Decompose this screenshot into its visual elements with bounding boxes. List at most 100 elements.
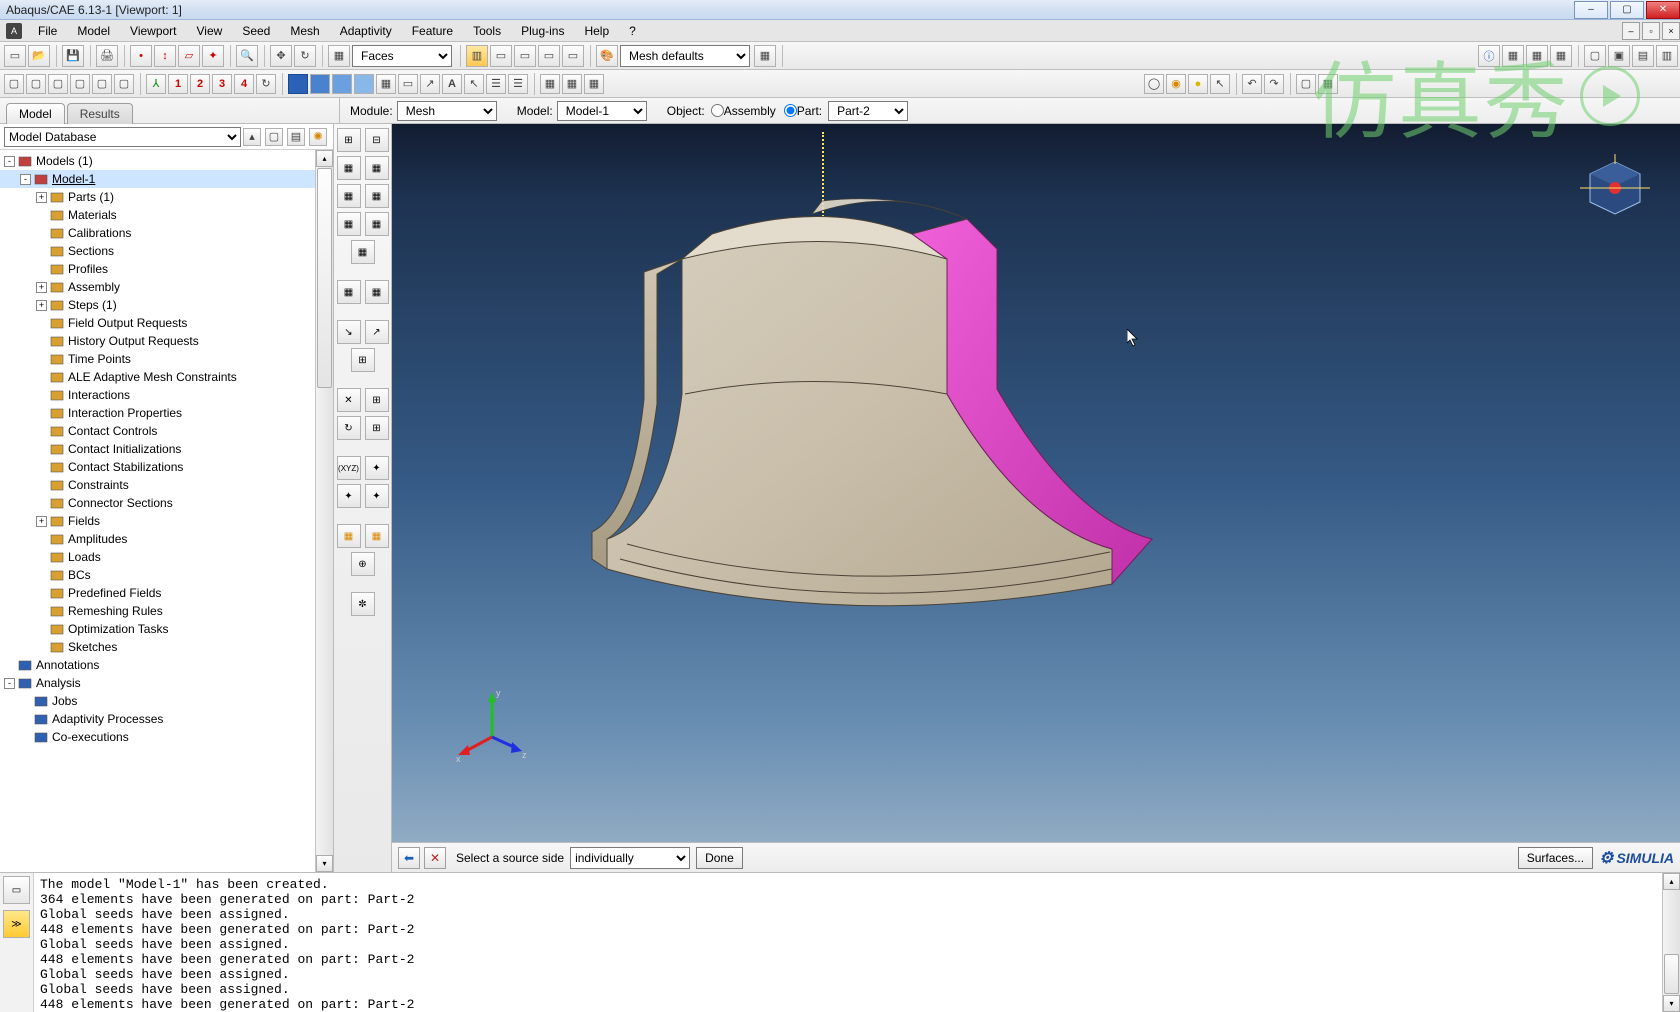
tree-node[interactable]: Interactions (0, 386, 315, 404)
wireframe-button[interactable]: ▢ (1584, 45, 1606, 67)
tree-scroll-up-button[interactable]: ▴ (316, 150, 333, 167)
open-button[interactable]: 📂 (28, 45, 50, 67)
misc-3-button[interactable]: ▦ (584, 74, 604, 94)
sweep-path-button[interactable]: ↘ (337, 320, 361, 344)
sel-arrow-button[interactable]: ↖ (1210, 74, 1230, 94)
tree-refresh-button[interactable]: ✺ (309, 128, 327, 146)
database-select[interactable]: Model Database (4, 127, 241, 147)
tree-node[interactable]: -Models (1) (0, 152, 315, 170)
undo-button[interactable]: ↶ (1242, 74, 1262, 94)
snowflake-button[interactable]: ✼ (351, 592, 375, 616)
measure-button[interactable]: ↗ (420, 74, 440, 94)
mdi-minimize-button[interactable]: – (1622, 22, 1640, 40)
tree-node[interactable]: History Output Requests (0, 332, 315, 350)
message-tab-log-icon[interactable]: ≫ (3, 910, 30, 938)
mdi-restore-button[interactable]: ▫ (1642, 22, 1660, 40)
view-options-2-button[interactable]: ▢ (26, 74, 46, 94)
color-code-button[interactable]: 🎨 (596, 45, 618, 67)
tree-node[interactable]: Field Output Requests (0, 314, 315, 332)
message-scrollbar[interactable]: ▴ ▾ (1662, 873, 1680, 1012)
menu-adaptivity[interactable]: Adaptivity (330, 24, 402, 38)
hidden-button[interactable]: ▣ (1608, 45, 1630, 67)
tree-expand-button[interactable]: - (4, 678, 15, 689)
model-select[interactable]: Model-1 (557, 101, 647, 121)
tree-node[interactable]: Contact Stabilizations (0, 458, 315, 476)
window-close-button[interactable]: ✕ (1646, 1, 1680, 19)
element-type-button[interactable]: ▦ (337, 184, 361, 208)
seed-edge-button[interactable]: ⊟ (365, 128, 389, 152)
menu-whatsthis[interactable]: ? (619, 24, 646, 38)
sel-circle-1-button[interactable]: ◯ (1144, 74, 1164, 94)
csys-3-button[interactable]: ✦ (337, 484, 361, 508)
zoom-button[interactable]: 🔍 (236, 45, 258, 67)
tree-node[interactable]: Optimization Tasks (0, 620, 315, 638)
view-num-4-button[interactable]: 4 (234, 74, 254, 94)
tree-node[interactable]: -Model-1 (0, 170, 315, 188)
list-2-button[interactable]: ☰ (508, 74, 528, 94)
extra-2-button[interactable]: ▦ (1318, 74, 1338, 94)
tree-expand-button[interactable]: - (20, 174, 31, 185)
module-select[interactable]: Mesh (397, 101, 497, 121)
selection-filter-button[interactable]: ▦ (328, 45, 350, 67)
window-maximize-button[interactable]: ▢ (1610, 1, 1644, 19)
bottom-2-button[interactable]: ▦ (365, 524, 389, 548)
part-select[interactable]: Part-2 (828, 101, 908, 121)
view-cube-icon[interactable] (1580, 154, 1650, 224)
save-button[interactable]: 💾 (62, 45, 84, 67)
print-button[interactable]: 🖨 (96, 45, 118, 67)
menu-model[interactable]: Model (67, 24, 120, 38)
color-scheme-select[interactable]: Mesh defaults (620, 45, 750, 67)
layer-4-button[interactable] (354, 74, 374, 94)
bottom-1-button[interactable]: ▦ (337, 524, 361, 548)
replace-button[interactable]: ▭ (490, 45, 512, 67)
view-options-1-button[interactable]: ▢ (4, 74, 24, 94)
menu-help[interactable]: Help (574, 24, 619, 38)
tree-node[interactable]: Sections (0, 242, 315, 260)
tree-node[interactable]: Profiles (0, 260, 315, 278)
delete-mesh-button[interactable]: ✕ (337, 388, 361, 412)
add-button[interactable]: ▭ (514, 45, 536, 67)
remove-button[interactable]: ▭ (538, 45, 560, 67)
pick-arrow-button[interactable]: ↖ (464, 74, 484, 94)
object-assembly-radio[interactable] (711, 104, 724, 117)
menu-file[interactable]: File (28, 24, 67, 38)
tree-scroll-thumb[interactable] (317, 168, 332, 388)
datum-csys-button[interactable]: ✦ (202, 45, 224, 67)
list-1-button[interactable]: ☰ (486, 74, 506, 94)
prompt-done-button[interactable]: Done (696, 847, 743, 869)
cycle-view-button[interactable]: ↻ (256, 74, 276, 94)
tree-node[interactable]: +Assembly (0, 278, 315, 296)
tree-node[interactable]: Sketches (0, 638, 315, 656)
mesh-region-button[interactable]: ▦ (365, 156, 389, 180)
message-tab-cli-icon[interactable]: ▭ (3, 876, 30, 904)
window-minimize-button[interactable]: – (1574, 1, 1608, 19)
tree-expand-button[interactable]: + (36, 516, 47, 527)
tree-node[interactable]: ALE Adaptive Mesh Constraints (0, 368, 315, 386)
tree-node[interactable]: Calibrations (0, 224, 315, 242)
either-button[interactable]: ▭ (562, 45, 584, 67)
menu-mesh[interactable]: Mesh (280, 24, 329, 38)
datum-axis-button[interactable]: ↕ (154, 45, 176, 67)
edit-mesh-button[interactable]: ⊞ (351, 348, 375, 372)
csys-2-button[interactable]: ✦ (365, 456, 389, 480)
misc-2-button[interactable]: ▦ (562, 74, 582, 94)
sweep-dir-button[interactable]: ↗ (365, 320, 389, 344)
xyz-button[interactable]: (XYZ) (337, 456, 361, 480)
orient-button[interactable]: ↻ (337, 416, 361, 440)
prompt-back-button[interactable]: ⬅ (398, 847, 420, 869)
render-style-button[interactable]: ▦ (754, 45, 776, 67)
ruler-button[interactable]: ▭ (398, 74, 418, 94)
view-front-button[interactable]: ▦ (1526, 45, 1548, 67)
tree-node[interactable]: Contact Initializations (0, 440, 315, 458)
tree-node[interactable]: Co-executions (0, 728, 315, 746)
shaded-edges-button[interactable]: ▥ (1656, 45, 1678, 67)
axis-y-icon[interactable]: ⅄ (146, 74, 166, 94)
sel-circle-2-button[interactable]: ◉ (1166, 74, 1186, 94)
tree-scrollbar[interactable]: ▴ ▾ (315, 150, 333, 872)
menu-feature[interactable]: Feature (402, 24, 463, 38)
tree-node[interactable]: Time Points (0, 350, 315, 368)
assign-stack-button[interactable]: ▦ (351, 240, 375, 264)
tree-expand-button[interactable]: + (36, 300, 47, 311)
object-part-radio[interactable] (784, 104, 797, 117)
prompt-cancel-button[interactable]: ✕ (424, 847, 446, 869)
